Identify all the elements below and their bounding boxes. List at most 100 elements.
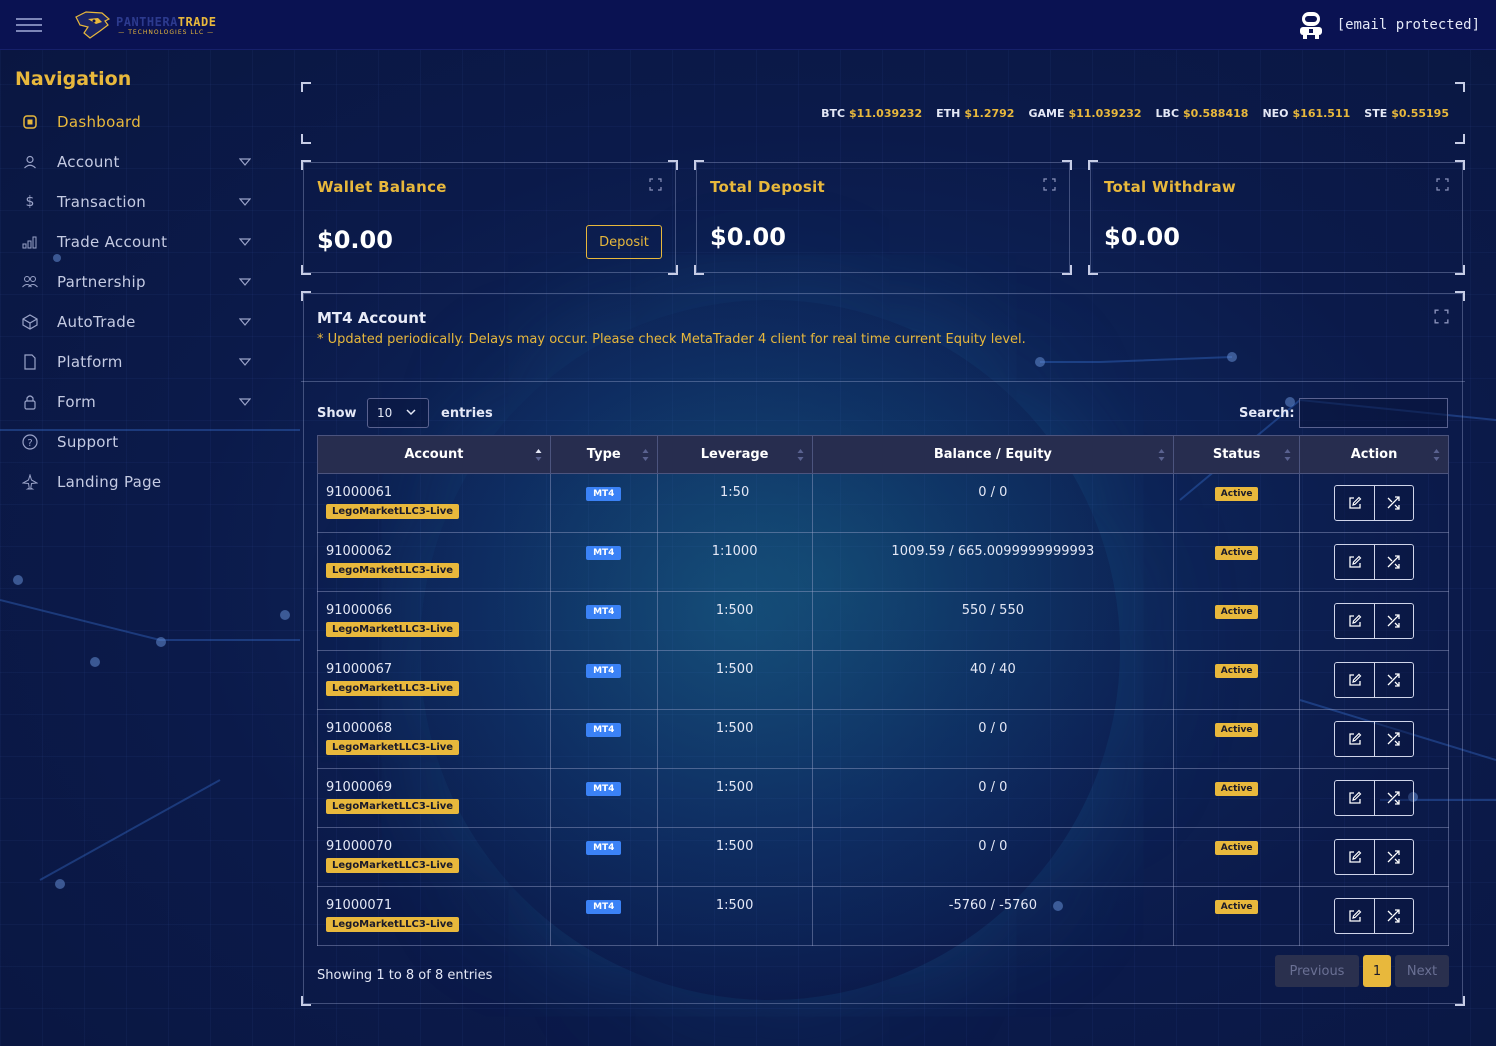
user-email: [email protected] <box>1336 17 1480 33</box>
edit-button[interactable] <box>1335 722 1375 756</box>
type-badge: MT4 <box>586 487 622 501</box>
file-icon <box>20 352 40 372</box>
page-1-button[interactable]: 1 <box>1363 955 1391 987</box>
caret-down-icon <box>239 238 251 246</box>
shuffle-icon <box>1387 909 1400 923</box>
shuffle-button[interactable] <box>1374 781 1414 815</box>
sidebar-item-transaction[interactable]: $ Transaction <box>0 182 270 222</box>
account-number[interactable]: 91000067 <box>326 662 550 677</box>
account-cell: 91000070 LegoMarketLLC3-Live <box>317 827 551 887</box>
ticker-item[interactable]: GAME $11.039232 <box>1028 107 1141 120</box>
type-cell: MT4 <box>549 532 658 592</box>
action-cell <box>1299 768 1449 828</box>
edit-button[interactable] <box>1335 486 1375 520</box>
column-header-balance-equity[interactable]: Balance / Equity <box>811 435 1175 474</box>
column-header-status[interactable]: Status <box>1173 435 1301 474</box>
action-cell <box>1299 473 1449 533</box>
leverage-cell: 1:500 <box>656 650 813 710</box>
table-row: 91000071 LegoMarketLLC3-Live MT4 1:500 -5760… <box>317 886 1449 946</box>
edit-button[interactable] <box>1335 663 1375 697</box>
table-row: 91000066 LegoMarketLLC3-Live MT4 1:500 550 /… <box>317 591 1449 651</box>
sidebar-item-account[interactable]: Account <box>0 142 270 182</box>
previous-page-button[interactable]: Previous <box>1275 955 1359 987</box>
sort-icon <box>1158 449 1165 461</box>
status-cell: Active <box>1173 709 1301 769</box>
sidebar-item-autotrade[interactable]: AutoTrade <box>0 302 270 342</box>
account-cell: 91000068 LegoMarketLLC3-Live <box>317 709 551 769</box>
account-number[interactable]: 91000062 <box>326 544 550 559</box>
account-number[interactable]: 91000069 <box>326 780 550 795</box>
table-row: 91000068 LegoMarketLLC3-Live MT4 1:500 0 / 0… <box>317 709 1449 769</box>
edit-button[interactable] <box>1335 545 1375 579</box>
leverage-cell: 1:1000 <box>656 532 813 592</box>
account-number[interactable]: 91000066 <box>326 603 550 618</box>
brand-logo[interactable]: PANTHERATRADE — TECHNOLOGIES LLC — <box>72 7 216 43</box>
shuffle-button[interactable] <box>1374 604 1414 638</box>
shuffle-button[interactable] <box>1374 545 1414 579</box>
account-number[interactable]: 91000070 <box>326 839 550 854</box>
mt4-update-note: * Updated periodically. Delays may occur… <box>317 332 1026 347</box>
sidebar-item-trade-account[interactable]: Trade Account <box>0 222 270 262</box>
shuffle-button[interactable] <box>1374 840 1414 874</box>
shuffle-button[interactable] <box>1374 899 1414 933</box>
column-header-action[interactable]: Action <box>1299 435 1449 474</box>
entries-select-value: 10 <box>377 406 393 420</box>
sidebar-item-landing-page[interactable]: Landing Page <box>0 462 270 502</box>
server-tag: LegoMarketLLC3-Live <box>326 622 460 637</box>
balance-equity-cell: 0 / 0 <box>811 709 1175 769</box>
ticker-item[interactable]: STE $0.55195 <box>1364 107 1449 120</box>
deposit-button[interactable]: Deposit <box>586 225 662 259</box>
column-header-account[interactable]: Account <box>317 435 551 474</box>
server-tag: LegoMarketLLC3-Live <box>326 917 460 932</box>
ticker-item[interactable]: ETH $1.2792 <box>936 107 1014 120</box>
expand-icon[interactable] <box>649 178 662 191</box>
sidebar-item-label: Trade Account <box>57 233 168 251</box>
dollar-icon: $ <box>25 194 35 210</box>
account-number[interactable]: 91000071 <box>326 898 550 913</box>
shuffle-button[interactable] <box>1374 663 1414 697</box>
server-tag: LegoMarketLLC3-Live <box>326 799 460 814</box>
user-menu[interactable]: [email protected] <box>1297 10 1480 40</box>
next-page-button[interactable]: Next <box>1395 955 1449 987</box>
chevron-down-icon <box>406 409 416 416</box>
menu-toggle-icon[interactable] <box>16 18 42 32</box>
expand-icon[interactable] <box>1434 309 1449 324</box>
edit-button[interactable] <box>1335 899 1375 933</box>
sidebar-item-label: Form <box>57 393 96 411</box>
status-badge: Active <box>1214 664 1259 678</box>
search-input[interactable] <box>1299 398 1448 428</box>
ticker-item[interactable]: NEO $161.511 <box>1262 107 1350 120</box>
type-badge: MT4 <box>586 546 622 560</box>
ticker-item[interactable]: BTC $11.039232 <box>821 107 922 120</box>
account-cell: 91000069 LegoMarketLLC3-Live <box>317 768 551 828</box>
sidebar-item-form[interactable]: Form <box>0 382 270 422</box>
status-badge: Active <box>1214 782 1259 796</box>
action-cell <box>1299 591 1449 651</box>
expand-icon[interactable] <box>1043 178 1056 191</box>
card-title: Wallet Balance <box>317 178 447 196</box>
sidebar-item-partnership[interactable]: Partnership <box>0 262 270 302</box>
edit-button[interactable] <box>1335 604 1375 638</box>
total-withdraw-value: $0.00 <box>1104 223 1180 251</box>
shuffle-button[interactable] <box>1374 486 1414 520</box>
leverage-cell: 1:50 <box>656 473 813 533</box>
account-number[interactable]: 91000068 <box>326 721 550 736</box>
ticker-item[interactable]: LBC $0.588418 <box>1156 107 1249 120</box>
sidebar-item-support[interactable]: ? Support <box>0 422 270 462</box>
entries-select[interactable]: 10 <box>367 398 429 428</box>
sidebar-item-dashboard[interactable]: Dashboard <box>0 102 270 142</box>
edit-button[interactable] <box>1335 781 1375 815</box>
expand-icon[interactable] <box>1436 178 1449 191</box>
shuffle-button[interactable] <box>1374 722 1414 756</box>
action-button-group <box>1334 603 1415 639</box>
svg-text:?: ? <box>27 438 32 449</box>
account-number[interactable]: 91000061 <box>326 485 550 500</box>
action-cell <box>1299 827 1449 887</box>
column-header-type[interactable]: Type <box>549 435 658 474</box>
action-cell <box>1299 709 1449 769</box>
action-button-group <box>1334 839 1415 875</box>
bar-chart-icon <box>20 232 40 252</box>
sidebar-item-platform[interactable]: Platform <box>0 342 270 382</box>
edit-button[interactable] <box>1335 840 1375 874</box>
column-header-leverage[interactable]: Leverage <box>656 435 813 474</box>
